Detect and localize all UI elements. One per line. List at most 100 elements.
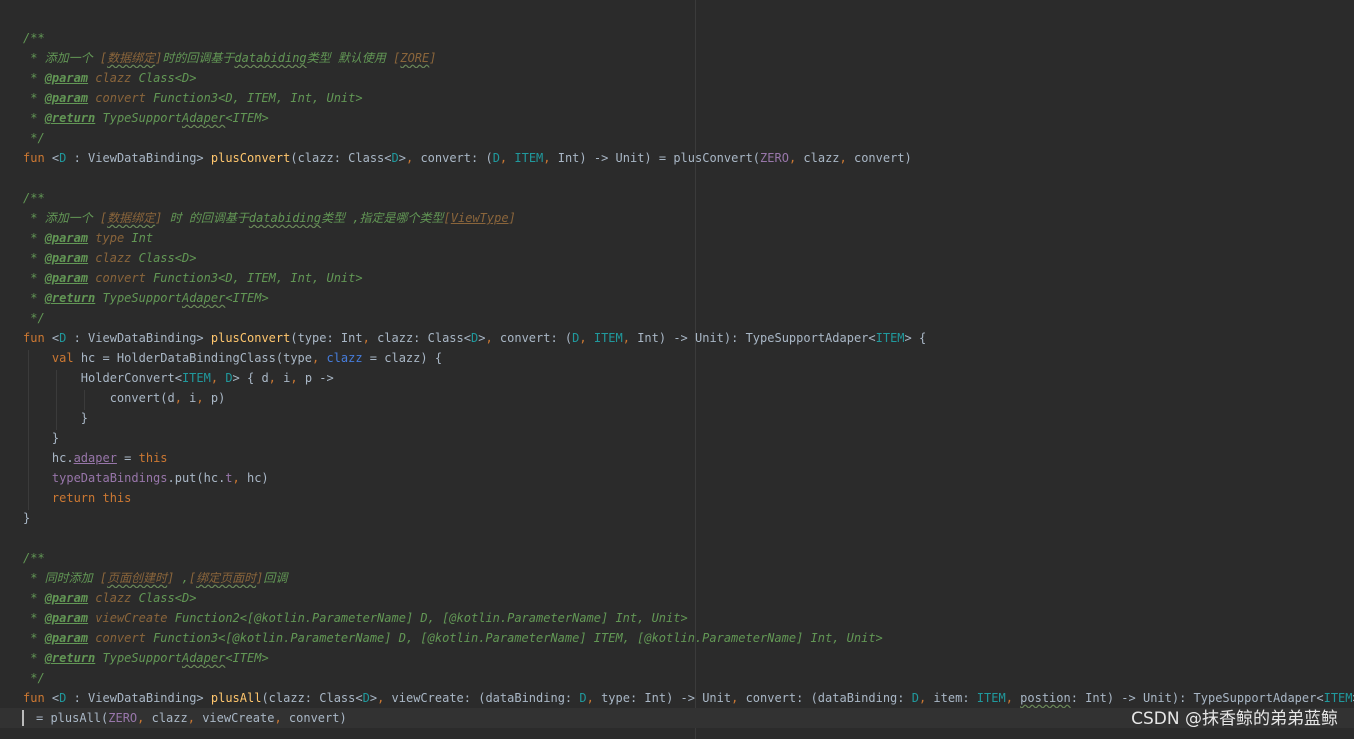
code-token: Int) -> Unit): TypeSupportAdaper< <box>637 331 876 345</box>
code-line[interactable]: */ <box>23 128 1354 148</box>
code-token: TypeSupport <box>95 651 182 665</box>
code-line[interactable]: * @param viewCreate Function2<[@kotlin.P… <box>23 608 1354 628</box>
code-token: [ <box>443 211 451 225</box>
code-line[interactable]: fun <D : ViewDataBinding> plusAll(clazz:… <box>23 688 1354 708</box>
code-token: ZORE <box>400 51 430 65</box>
code-token: t <box>225 471 233 485</box>
code-line[interactable]: * @param type Int <box>23 228 1354 248</box>
code-token: D <box>225 371 233 385</box>
code-token: , <box>918 691 934 705</box>
code-token: return this <box>51 491 132 505</box>
code-token: @return <box>44 111 96 125</box>
code-line[interactable]: * @return TypeSupportAdaper<ITEM> <box>23 288 1354 308</box>
code-token: ZERO <box>760 151 789 165</box>
code-token: 数据绑定 <box>107 211 156 225</box>
code-line[interactable]: * @return TypeSupportAdaper<ITEM> <box>23 648 1354 668</box>
code-token: (clazz: Class< <box>290 151 392 165</box>
code-token: ] <box>508 211 516 225</box>
code-line[interactable]: return this <box>23 488 1354 508</box>
code-line[interactable]: * @param convert Function3<D, ITEM, Int,… <box>23 88 1354 108</box>
code-line[interactable]: */ <box>23 308 1354 328</box>
code-line[interactable]: * @param convert Function3<[@kotlin.Para… <box>23 628 1354 648</box>
code-line[interactable]: /** <box>23 28 1354 48</box>
code-token: , <box>268 371 284 385</box>
code-line[interactable]: fun <D : ViewDataBinding> plusConvert(cl… <box>23 148 1354 168</box>
code-token: Function3<[@kotlin.ParameterName] D, [@k… <box>145 631 883 645</box>
code-token: convert: (dataBinding: <box>745 691 912 705</box>
code-token: convert <box>95 271 146 285</box>
text-caret <box>22 710 24 726</box>
code-token: , <box>377 691 392 705</box>
code-token: , <box>274 711 289 725</box>
code-line[interactable]: typeDataBindings.put(hc.t, hc) <box>23 468 1354 488</box>
code-token: Class<D> <box>131 71 197 85</box>
code-token: 数据绑定 <box>107 51 156 65</box>
code-editor[interactable]: /** * 添加一个 [数据绑定]时的回调基于databiding类型 默认使用… <box>0 0 1354 739</box>
code-line[interactable]: convert(d, i, p) <box>23 388 1354 408</box>
code-token: convert <box>95 631 146 645</box>
code-line[interactable] <box>23 168 1354 188</box>
code-token: 时 的回调基于 <box>162 211 249 225</box>
code-token: , <box>187 711 203 725</box>
code-line[interactable]: val hc = HolderDataBindingClass(type, cl… <box>23 348 1354 368</box>
code-token: convert: ( <box>420 151 493 165</box>
code-token: > <box>369 691 378 705</box>
code-token: /** <box>23 191 45 205</box>
code-token: } <box>23 431 60 445</box>
code-token: , <box>210 371 226 385</box>
code-line[interactable]: * @param convert Function3<D, ITEM, Int,… <box>23 268 1354 288</box>
code-token: , <box>362 331 378 345</box>
code-token: clazz <box>326 351 363 365</box>
code-line[interactable]: } <box>23 408 1354 428</box>
code-line[interactable]: * @param clazz Class<D> <box>23 68 1354 88</box>
code-token: * <box>23 231 45 245</box>
code-token: D <box>492 151 500 165</box>
code-line[interactable]: HolderConvert<ITEM, D> { d, i, p -> <box>23 368 1354 388</box>
code-token: clazz <box>95 251 132 265</box>
code-token: ITEM <box>181 371 211 385</box>
code-token: @param <box>44 91 89 105</box>
code-token: Function3<D, ITEM, Int, Unit> <box>145 91 363 105</box>
code-line[interactable]: } <box>23 428 1354 448</box>
code-token: * <box>23 591 45 605</box>
code-token: , <box>586 691 602 705</box>
code-token: [ <box>188 571 197 585</box>
code-line[interactable]: * 添加一个 [数据绑定]时的回调基于databiding类型 默认使用 [ZO… <box>23 48 1354 68</box>
code-token: TypeSupport <box>95 291 182 305</box>
code-line[interactable]: * @param clazz Class<D> <box>23 248 1354 268</box>
code-token: : ViewDataBinding> <box>66 331 211 345</box>
code-line[interactable]: */ <box>23 668 1354 688</box>
code-token: : Int) -> Unit): TypeSupportAdaper< <box>1070 691 1324 705</box>
code-token: D <box>579 691 587 705</box>
code-token: convert(d <box>23 391 175 405</box>
code-token: convert) <box>288 711 347 725</box>
code-token: @param <box>44 71 89 85</box>
code-token: @param <box>44 251 89 265</box>
code-token: , <box>174 571 189 585</box>
code-token: clazz <box>95 591 132 605</box>
code-token: databiding <box>234 51 307 65</box>
code-line[interactable]: * 添加一个 [数据绑定] 时 的回调基于databiding类型 ,指定是哪个… <box>23 208 1354 228</box>
code-token: , <box>137 711 152 725</box>
code-token: Int) -> Unit) = plusConvert( <box>557 151 761 165</box>
code-line[interactable]: } <box>23 508 1354 528</box>
code-line[interactable]: * 同时添加 [页面创建时] ,[绑定页面时]回调 <box>23 568 1354 588</box>
code-line[interactable]: /** <box>23 548 1354 568</box>
code-line[interactable]: * @param clazz Class<D> <box>23 588 1354 608</box>
code-line[interactable]: /** <box>23 188 1354 208</box>
code-token: type: Int) -> Unit <box>601 691 732 705</box>
code-token: /** <box>23 31 45 45</box>
code-token: 页面创建时 <box>107 571 168 585</box>
code-token: ITEM <box>593 331 623 345</box>
code-line[interactable]: fun <D : ViewDataBinding> plusConvert(ty… <box>23 328 1354 348</box>
code-token: * <box>23 651 45 665</box>
code-token: > <box>398 151 406 165</box>
code-token: * <box>23 611 45 625</box>
code-line[interactable] <box>23 528 1354 548</box>
code-line[interactable]: * @return TypeSupportAdaper<ITEM> <box>23 108 1354 128</box>
code-token: : ViewDataBinding> <box>66 691 211 705</box>
code-line[interactable]: hc.adaper = this <box>23 448 1354 468</box>
code-token: ITEM <box>875 331 905 345</box>
code-token: * <box>23 271 45 285</box>
